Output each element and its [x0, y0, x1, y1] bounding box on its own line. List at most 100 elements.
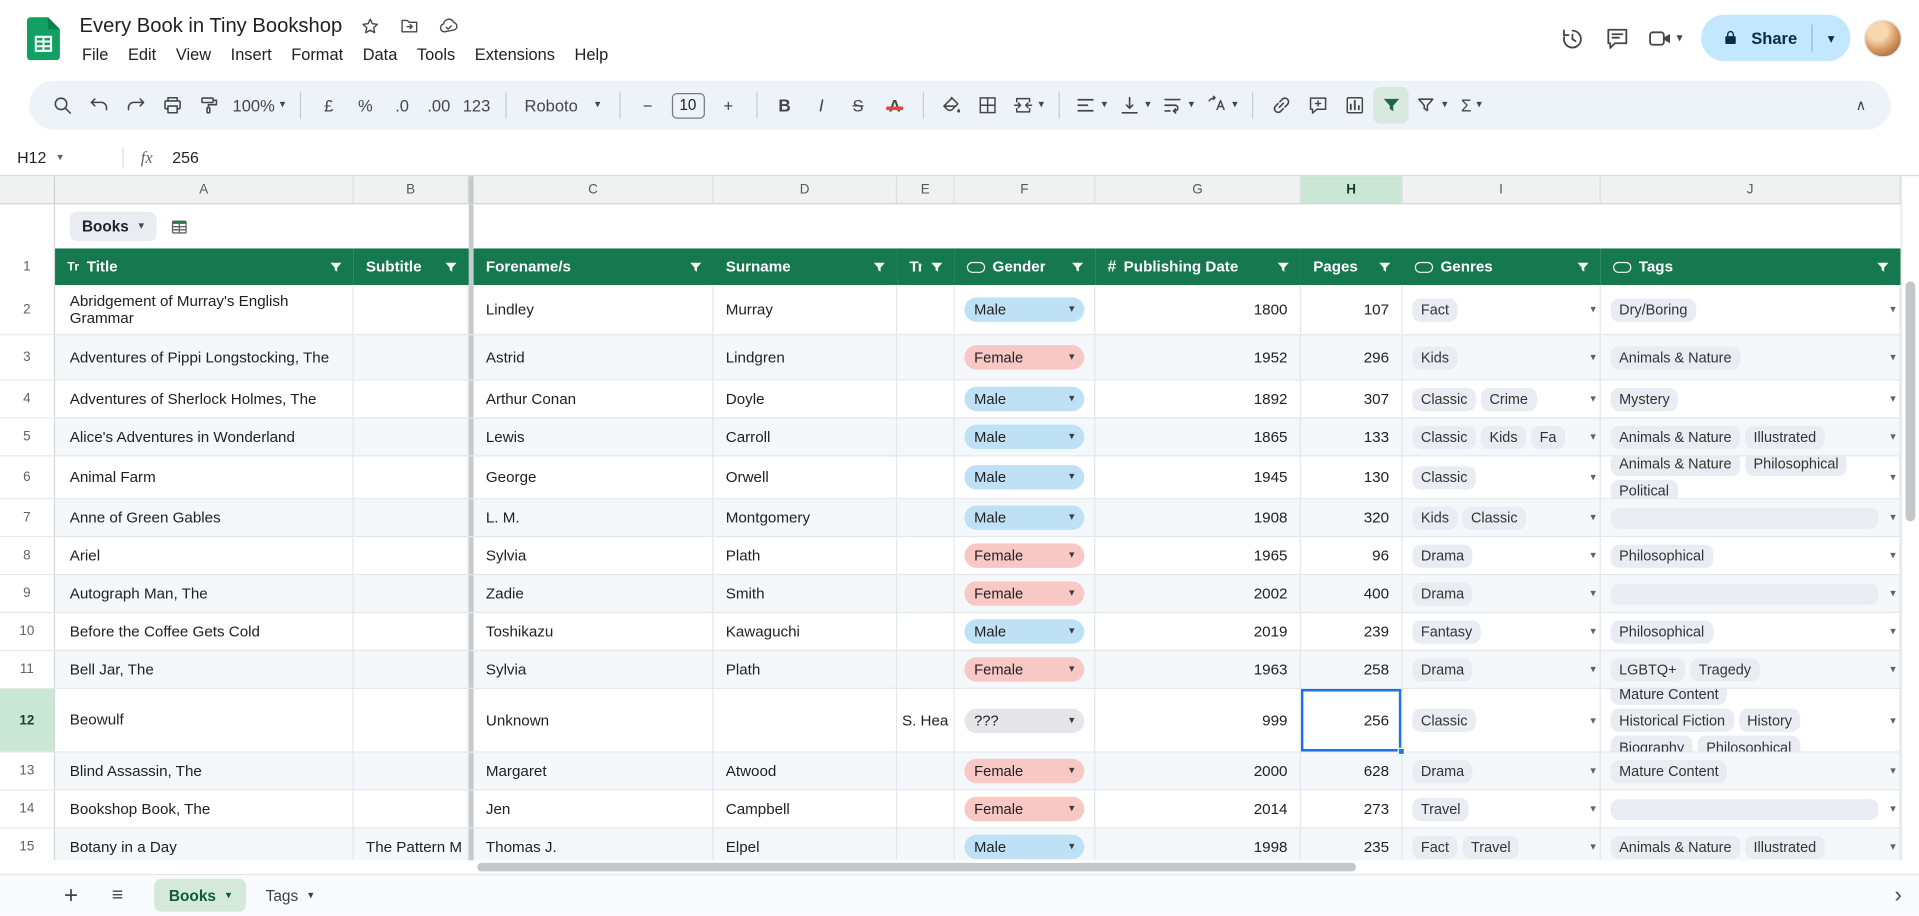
- cell-C15[interactable]: Thomas J.: [474, 828, 714, 861]
- print-button[interactable]: [154, 87, 189, 124]
- currency-format-button[interactable]: £: [311, 87, 346, 124]
- cell-J15[interactable]: Animals & Nature Illustrated ▾: [1601, 828, 1901, 861]
- cell-H12[interactable]: 256: [1301, 689, 1405, 756]
- genres-dropdown-icon[interactable]: ▾: [1590, 471, 1596, 484]
- column-filter-icon[interactable]: [688, 259, 704, 275]
- cell-H6[interactable]: 130: [1301, 456, 1403, 499]
- cell-B13[interactable]: [354, 752, 469, 790]
- menu-format[interactable]: Format: [281, 43, 352, 66]
- tags-dropdown-icon[interactable]: ▾: [1890, 392, 1896, 405]
- cell-B10[interactable]: [354, 613, 469, 650]
- insert-link-button[interactable]: [1263, 87, 1298, 124]
- cell-J7[interactable]: ▾: [1601, 499, 1901, 537]
- horizontal-scrollbar[interactable]: [0, 860, 1901, 874]
- row-header-11[interactable]: 11: [0, 651, 56, 688]
- vertical-scrollbar[interactable]: [1900, 176, 1919, 861]
- cell-D14[interactable]: Campbell: [714, 790, 898, 828]
- menu-help[interactable]: Help: [565, 43, 618, 66]
- tags-dropdown-icon[interactable]: ▾: [1890, 303, 1896, 316]
- column-filter-icon[interactable]: [328, 259, 344, 275]
- column-filter-icon[interactable]: [1377, 259, 1393, 275]
- horizontal-scrollbar-thumb[interactable]: [477, 862, 1357, 872]
- cell-B11[interactable]: [354, 651, 469, 688]
- cell-C5[interactable]: Lewis: [474, 418, 714, 456]
- strikethrough-button[interactable]: S: [840, 87, 875, 124]
- document-title[interactable]: Every Book in Tiny Bookshop: [80, 15, 343, 38]
- decrease-font-size-button[interactable]: −: [630, 87, 665, 124]
- column-header-F[interactable]: F: [955, 176, 1096, 204]
- cell-J13[interactable]: Mature Content ▾: [1601, 752, 1901, 790]
- table-column-header-genres[interactable]: Genres: [1402, 248, 1601, 286]
- cell-E13[interactable]: [897, 752, 955, 790]
- cell-B9[interactable]: [354, 575, 469, 612]
- row-header-1[interactable]: 1: [0, 248, 56, 286]
- cell-D12[interactable]: [714, 689, 898, 752]
- cell-G12[interactable]: 999: [1095, 689, 1301, 752]
- column-filter-icon[interactable]: [1575, 259, 1591, 275]
- tab-tags[interactable]: Tags ▾: [251, 879, 328, 912]
- cell-C12[interactable]: Unknown: [474, 689, 714, 752]
- column-header-J[interactable]: J: [1601, 176, 1901, 204]
- functions-button[interactable]: Σ ▾: [1454, 87, 1489, 124]
- cell-D2[interactable]: Murray: [714, 285, 898, 335]
- tags-dropdown-icon[interactable]: ▾: [1890, 625, 1896, 638]
- text-rotation-button[interactable]: ▾: [1200, 87, 1242, 124]
- cell-F3[interactable]: Female ▾: [955, 335, 1096, 380]
- cell-J3[interactable]: Animals & Nature ▾: [1601, 335, 1901, 380]
- cell-I2[interactable]: Fact ▾: [1403, 285, 1601, 335]
- cell-B8[interactable]: [354, 537, 469, 574]
- cell-D5[interactable]: Carroll: [714, 418, 898, 456]
- column-header-E[interactable]: E: [897, 176, 955, 204]
- gender-dropdown[interactable]: Male ▾: [964, 424, 1085, 450]
- cell-B6[interactable]: [354, 456, 469, 499]
- filter-views-button[interactable]: ▾: [1410, 87, 1452, 124]
- gender-dropdown[interactable]: Female ▾: [964, 796, 1085, 822]
- borders-button[interactable]: [970, 87, 1005, 124]
- row-header-12[interactable]: 12: [0, 689, 56, 752]
- cell-E5[interactable]: [897, 418, 955, 456]
- menu-file[interactable]: File: [72, 43, 118, 66]
- vertical-scrollbar-thumb[interactable]: [1905, 281, 1916, 522]
- text-wrapping-button[interactable]: ▾: [1157, 87, 1199, 124]
- cell-F4[interactable]: Male ▾: [955, 380, 1096, 418]
- row-header-5[interactable]: 5: [0, 418, 56, 456]
- cell-F2[interactable]: Male ▾: [955, 285, 1096, 335]
- tab-dropdown-icon[interactable]: ▾: [308, 889, 314, 901]
- cell-E11[interactable]: [897, 651, 955, 688]
- vertical-align-button[interactable]: ▾: [1113, 87, 1155, 124]
- cell-F15[interactable]: Male ▾: [955, 828, 1096, 861]
- genres-dropdown-icon[interactable]: ▾: [1590, 764, 1596, 777]
- table-column-header-forename-s[interactable]: Forename/s: [473, 248, 714, 286]
- cell-F14[interactable]: Female ▾: [955, 790, 1096, 828]
- share-button[interactable]: Share ▾: [1701, 14, 1851, 62]
- cell-H3[interactable]: 296: [1301, 335, 1403, 380]
- gender-dropdown[interactable]: Female ▾: [964, 657, 1085, 682]
- star-icon[interactable]: [359, 15, 381, 37]
- cell-H9[interactable]: 400: [1301, 575, 1403, 612]
- merge-cells-button[interactable]: ▾: [1007, 87, 1049, 124]
- cell-I8[interactable]: Drama ▾: [1403, 537, 1601, 574]
- create-filter-button[interactable]: [1373, 86, 1409, 124]
- insert-comment-button[interactable]: [1300, 87, 1335, 124]
- cell-J6[interactable]: Animals & Nature Philosophical Political ▾: [1601, 456, 1901, 499]
- cell-I3[interactable]: Kids ▾: [1403, 335, 1601, 380]
- genres-dropdown-icon[interactable]: ▾: [1590, 840, 1596, 853]
- fill-color-button[interactable]: [933, 87, 968, 124]
- cell-I13[interactable]: Drama ▾: [1403, 752, 1601, 790]
- column-filter-icon[interactable]: [443, 259, 459, 275]
- cell-A10[interactable]: Before the Coffee Gets Cold: [55, 613, 354, 650]
- row-header-8[interactable]: 8: [0, 537, 56, 574]
- cell-I14[interactable]: Travel ▾: [1403, 790, 1601, 828]
- paint-format-button[interactable]: [191, 87, 226, 124]
- sheets-logo-icon[interactable]: [26, 16, 60, 60]
- comments-icon[interactable]: [1602, 22, 1634, 54]
- name-box-dropdown-icon[interactable]: ▾: [57, 151, 63, 163]
- add-sheet-button[interactable]: +: [56, 883, 85, 907]
- cell-B7[interactable]: [354, 499, 469, 537]
- menu-view[interactable]: View: [166, 43, 221, 66]
- cell-J9[interactable]: ▾: [1601, 575, 1901, 612]
- table-column-header-gender[interactable]: Gender: [954, 248, 1096, 286]
- cell-E15[interactable]: [897, 828, 955, 861]
- cell-I7[interactable]: Kids Classic ▾: [1403, 499, 1601, 537]
- increase-decimal-button[interactable]: .00: [421, 87, 456, 124]
